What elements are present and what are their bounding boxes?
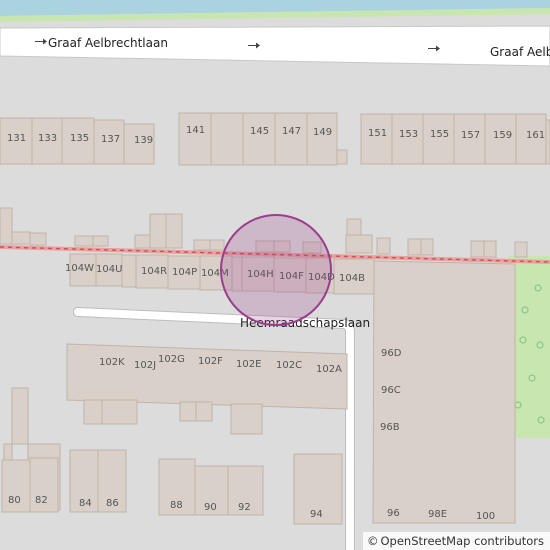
label-88: 88: [170, 500, 183, 511]
label-155: 155: [430, 129, 449, 140]
label-104W: 104W: [65, 263, 94, 274]
label-159: 159: [493, 130, 512, 141]
label-96D: 96D: [381, 348, 402, 359]
label-102K: 102K: [99, 357, 125, 368]
label-157: 157: [461, 130, 480, 141]
street-label-top-1: Graaf Aelbrechtlaan: [48, 36, 168, 50]
label-131: 131: [7, 133, 26, 144]
label-98E: 98E: [428, 509, 447, 520]
label-96: 96: [387, 508, 400, 519]
label-104B: 104B: [339, 273, 365, 284]
label-86: 86: [106, 498, 119, 509]
label-135: 135: [70, 133, 89, 144]
label-100: 100: [476, 511, 495, 522]
label-149: 149: [313, 127, 332, 138]
map-attribution[interactable]: © OpenStreetMap contributors: [362, 532, 550, 550]
label-147: 147: [282, 126, 301, 137]
label-104P: 104P: [172, 267, 197, 278]
map-canvas[interactable]: Graaf Aelbrechtlaan Graaf Aelbrechtlaan …: [0, 0, 550, 550]
label-104R: 104R: [141, 266, 167, 277]
label-102E: 102E: [236, 359, 261, 370]
label-141: 141: [186, 125, 205, 136]
label-96B: 96B: [380, 422, 400, 433]
label-84: 84: [79, 498, 92, 509]
label-102C: 102C: [276, 360, 302, 371]
label-90: 90: [204, 502, 217, 513]
label-137: 137: [101, 134, 120, 145]
label-102G: 102G: [158, 354, 185, 365]
label-145: 145: [250, 126, 269, 137]
map-view[interactable]: Graaf Aelbrechtlaan Graaf Aelbrechtlaan …: [0, 0, 550, 550]
label-104U: 104U: [96, 264, 122, 275]
label-94: 94: [310, 509, 323, 520]
attribution-text[interactable]: OpenStreetMap contributors: [380, 534, 544, 548]
label-102J: 102J: [134, 360, 156, 371]
label-153: 153: [399, 129, 418, 140]
label-133: 133: [38, 133, 57, 144]
label-102A: 102A: [316, 364, 342, 375]
label-80: 80: [8, 495, 21, 506]
label-161: 161: [526, 130, 545, 141]
label-92: 92: [238, 502, 251, 513]
label-96C: 96C: [381, 385, 401, 396]
label-139: 139: [134, 135, 153, 146]
street-label-top-2: Graaf Aelbrechtlaan: [490, 45, 550, 59]
label-151: 151: [368, 128, 387, 139]
copyright-icon: ©: [366, 534, 379, 548]
label-102F: 102F: [198, 356, 223, 367]
label-82: 82: [35, 495, 48, 506]
location-marker-circle[interactable]: [220, 214, 332, 326]
